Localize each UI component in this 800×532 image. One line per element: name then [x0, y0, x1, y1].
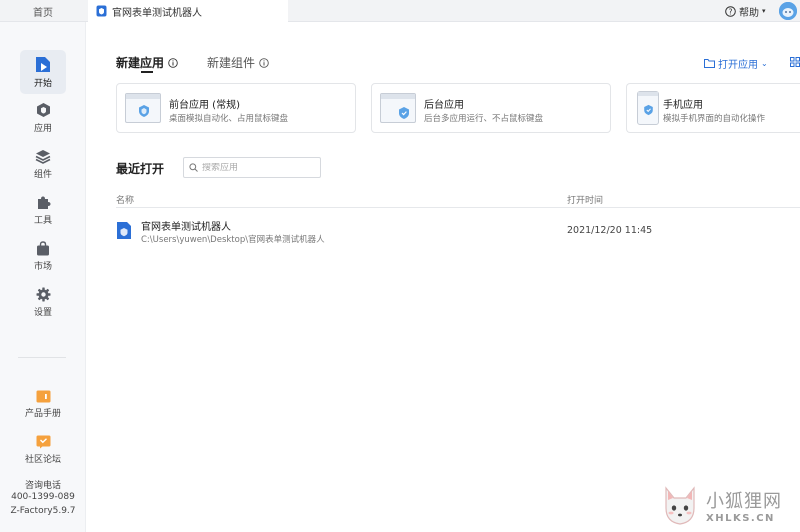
card-title: 前台应用 (常规): [169, 100, 240, 111]
card-title: 手机应用: [663, 100, 703, 111]
sidebar-item-settings[interactable]: 设置: [20, 280, 66, 324]
sidebar-item-components[interactable]: 组件: [20, 142, 66, 186]
tab-home-label: 首页: [33, 7, 53, 19]
sidebar-item-label: 市场: [33, 261, 52, 272]
open-app-label: 打开应用: [718, 60, 758, 71]
help-menu[interactable]: ? 帮助 ▾: [725, 0, 766, 22]
tab-new-component-label: 新建组件: [207, 56, 256, 70]
sidebar-item-market[interactable]: 市场: [20, 234, 66, 278]
svg-text:?: ?: [729, 7, 733, 16]
sidebar-item-label: 产品手册: [24, 408, 61, 419]
row-app-path: C:\Users\yuwen\Desktop\官网表单测试机器人: [141, 235, 325, 245]
card-title: 后台应用: [424, 100, 464, 111]
tab-document[interactable]: 官网表单测试机器人: [88, 0, 288, 22]
sidebar-item-manual[interactable]: 产品手册: [20, 382, 66, 426]
row-open-time: 2021/12/20 11:45: [567, 225, 653, 236]
user-avatar-icon: [779, 2, 797, 20]
card-foreground-app[interactable]: 前台应用 (常规) 桌面模拟自动化、占用鼠标键盘: [116, 83, 356, 133]
card-desc: 模拟手机界面的自动化操作: [663, 114, 766, 124]
start-icon: [36, 56, 50, 72]
help-label: 帮助: [739, 7, 759, 19]
search-input[interactable]: [202, 162, 312, 173]
grid-view-icon[interactable]: [790, 57, 800, 67]
tab-new-app-label: 新建应用: [116, 56, 165, 70]
tab-document-label: 官网表单测试机器人: [112, 7, 202, 19]
hotline-label: 咨询电话: [24, 481, 61, 491]
column-header-name[interactable]: 名称: [116, 193, 134, 206]
sidebar-item-tools[interactable]: 工具: [20, 188, 66, 232]
sidebar-item-label: 工具: [33, 215, 52, 226]
help-icon: ?: [725, 5, 736, 17]
robot-file-icon: [96, 5, 107, 17]
sidebar-item-label: 设置: [33, 307, 52, 318]
search-box[interactable]: [183, 157, 321, 178]
folder-icon: [704, 59, 715, 68]
column-header-time[interactable]: 打开时间: [567, 193, 603, 206]
bag-icon: [37, 240, 49, 255]
sidebar-item-label: 社区论坛: [24, 455, 61, 465]
info-icon: [168, 57, 178, 68]
hotline-number: 400-1399-089: [11, 492, 75, 502]
avatar[interactable]: [779, 2, 797, 20]
row-app-name: 官网表单测试机器人: [141, 222, 231, 233]
cube-icon: [36, 103, 50, 117]
forum-icon: [36, 435, 50, 449]
mobile-phone-icon: [637, 91, 659, 125]
search-icon: [189, 163, 198, 172]
sidebar-item-apps[interactable]: 应用: [20, 96, 66, 140]
sidebar-divider: [18, 357, 66, 358]
recent-section-title: 最近打开: [116, 162, 165, 176]
desktop-window-icon: [125, 93, 161, 123]
watermark-cn: 小狐狸网: [706, 490, 782, 512]
sidebar-item-label: 组件: [33, 169, 52, 180]
sidebar-item-label: 开始: [33, 78, 52, 89]
card-desc: 桌面模拟自动化、占用鼠标键盘: [169, 114, 289, 124]
tab-new-component[interactable]: 新建组件: [207, 54, 269, 71]
watermark-en: XHLKS.CN: [706, 512, 775, 524]
tab-active-indicator: [141, 71, 153, 73]
gear-icon: [36, 287, 50, 301]
watermark: 小狐狸网 XHLKS.CN: [660, 484, 782, 526]
tab-home[interactable]: 首页: [0, 0, 86, 22]
layers-icon: [35, 149, 51, 164]
background-window-icon: [380, 93, 416, 123]
watermark-text: 小狐狸网 XHLKS.CN: [706, 487, 782, 524]
sidebar-item-label: 应用: [33, 124, 52, 134]
card-desc: 后台多应用运行、不占鼠标键盘: [424, 114, 544, 124]
top-bar: 首页 官网表单测试机器人 ? 帮助 ▾: [0, 0, 800, 22]
card-mobile-app[interactable]: 手机应用 模拟手机界面的自动化操作: [626, 83, 800, 133]
main-content: 新建应用 新建组件 打开应用 ⌄ 前台应用 (常规) 桌面模拟自动化、占用鼠标键…: [86, 22, 800, 532]
version-label: Z-Factory5.9.7: [10, 506, 76, 516]
info-icon: [259, 57, 269, 68]
app-window: 首页 官网表单测试机器人 ? 帮助 ▾ 开始 应用 组件 工具 市场 设置 产品…: [0, 0, 800, 532]
table-row[interactable]: 官网表单测试机器人 C:\Users\yuwen\Desktop\官网表单测试机…: [116, 212, 800, 250]
chevron-down-icon: ⌄: [761, 59, 768, 68]
card-background-app[interactable]: 后台应用 后台多应用运行、不占鼠标键盘: [371, 83, 611, 133]
sidebar: 开始 应用 组件 工具 市场 设置 产品手册 社区论坛 咨询电话 400-139…: [0, 22, 86, 532]
puzzle-icon: [37, 196, 50, 209]
manual-icon: [36, 390, 50, 402]
open-app-button[interactable]: 打开应用 ⌄: [704, 56, 768, 71]
table-header-divider: [116, 207, 800, 208]
robot-file-icon: [117, 222, 131, 239]
chevron-down-icon: ▾: [762, 7, 766, 15]
tab-new-app[interactable]: 新建应用: [116, 54, 178, 71]
sidebar-item-start[interactable]: 开始: [20, 50, 66, 94]
fox-logo-icon: [665, 486, 695, 525]
sidebar-item-forum[interactable]: 社区论坛: [20, 428, 66, 472]
